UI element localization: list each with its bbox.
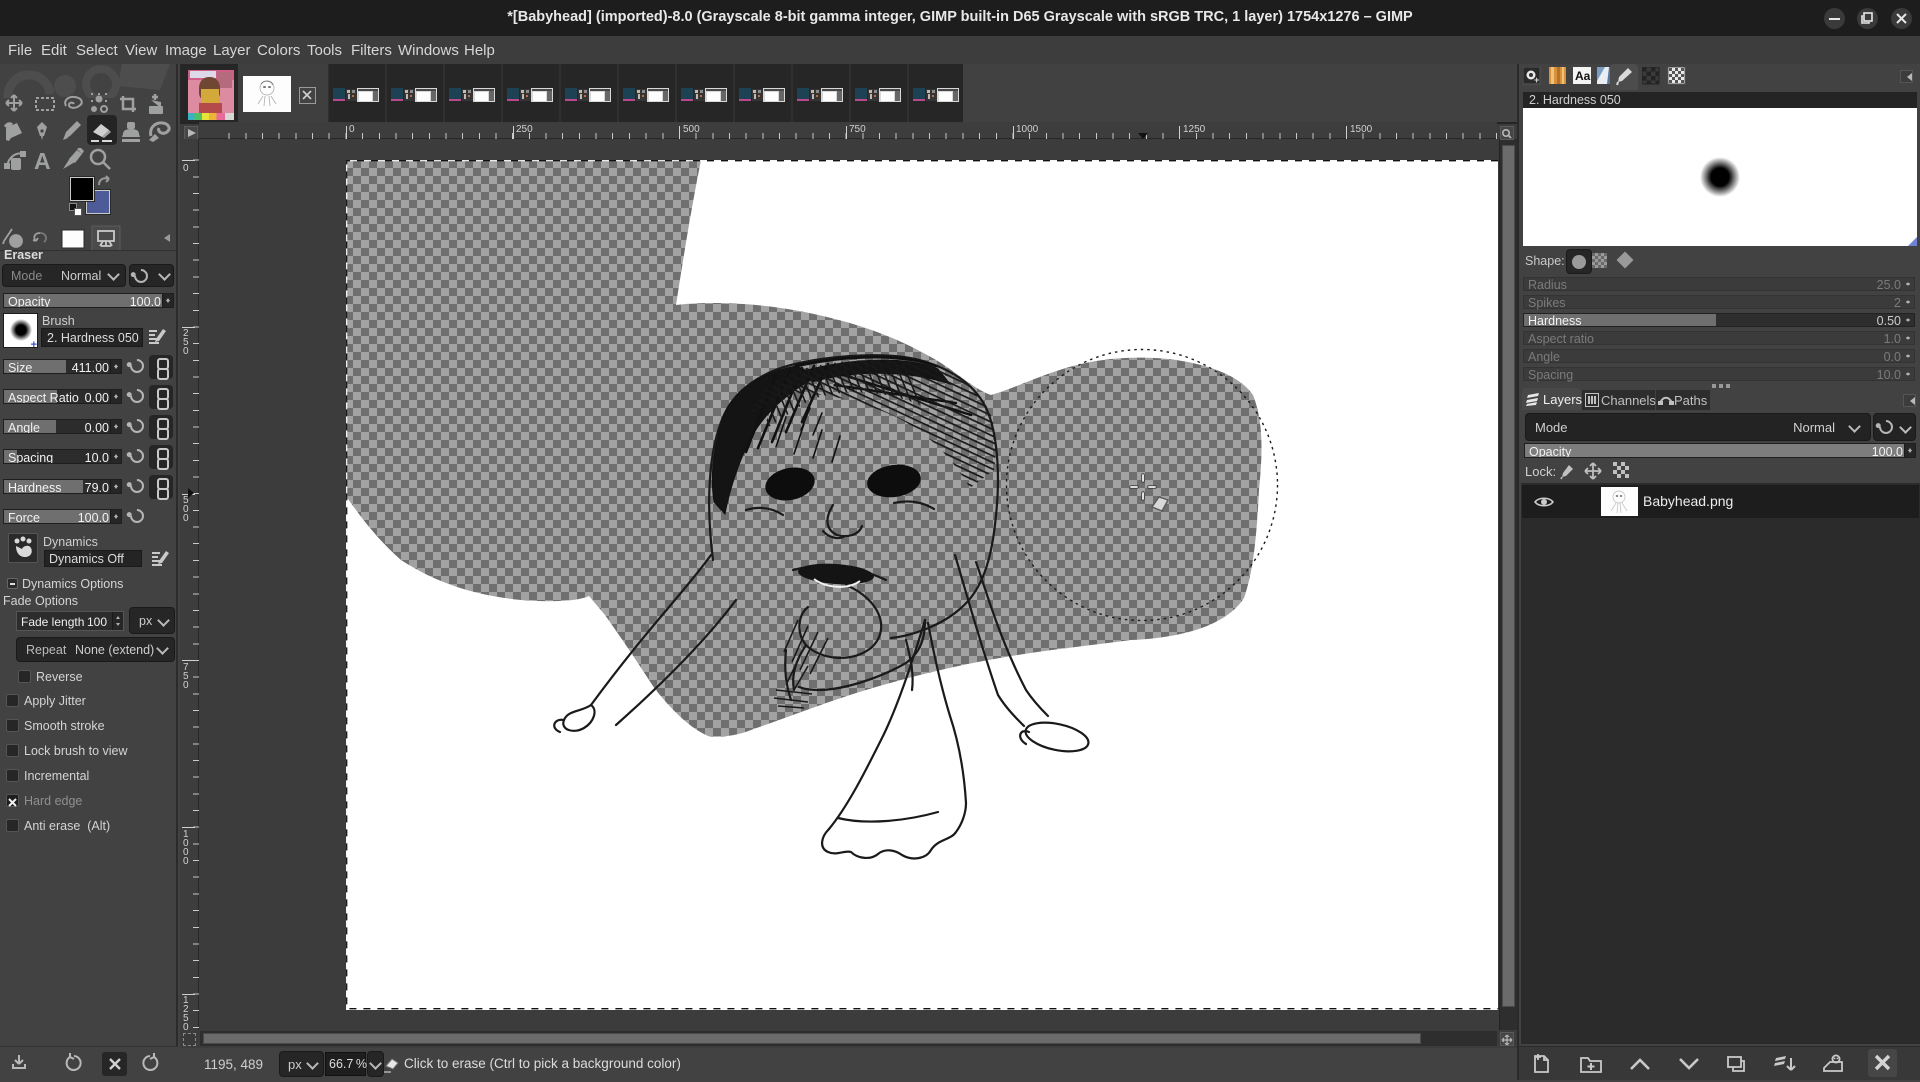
svg-text:Aa: Aa	[1575, 69, 1591, 83]
svg-text:A: A	[34, 148, 51, 172]
svg-text:+: +	[1534, 75, 1539, 85]
